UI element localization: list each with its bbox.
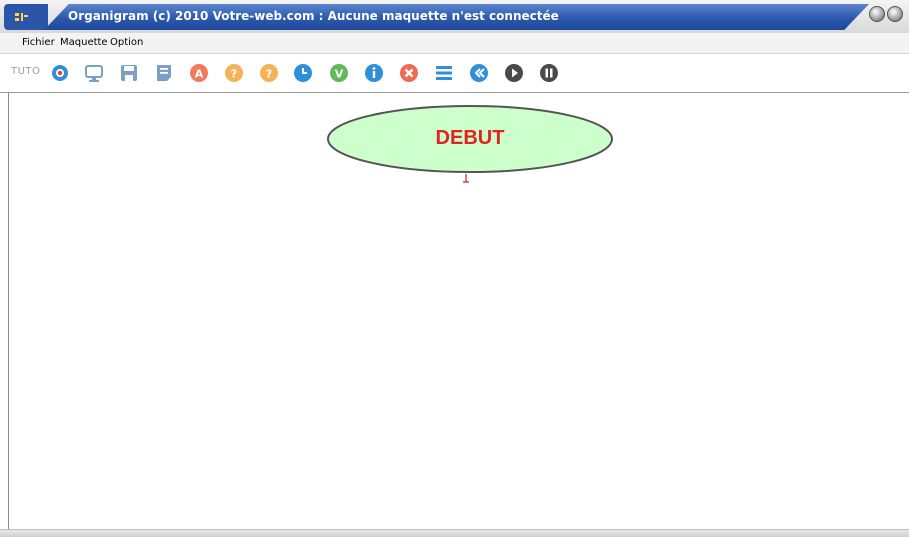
monitor-icon[interactable] [84,63,104,83]
menu-fichier[interactable]: Fichier [22,37,55,48]
pause-icon[interactable] [539,63,559,83]
start-node[interactable]: DEBUT [325,103,615,175]
svg-text:?: ? [231,68,237,81]
help-question-alt-icon[interactable]: ? [259,63,279,83]
clock-icon[interactable] [293,63,313,83]
document-icon[interactable] [154,63,174,83]
menu-maquette[interactable]: Maquette [60,37,108,48]
menu-bar: Fichier Maquette Option [0,33,909,54]
connector-anchor[interactable] [462,173,470,183]
close-button[interactable] [887,6,903,22]
rewind-icon[interactable] [469,63,489,83]
svg-text:?: ? [266,68,272,81]
title-bar: Organigram (c) 2010 Votre-web.com : Aucu… [0,0,909,33]
window-controls [869,6,905,28]
start-node-label: DEBUT [435,127,505,149]
svg-text:V: V [335,68,344,81]
list-icon[interactable] [434,63,454,83]
menu-option[interactable]: Option [110,37,143,48]
window-title: Organigram (c) 2010 Votre-web.com : Aucu… [68,9,559,23]
play-icon[interactable] [504,63,524,83]
minimize-button[interactable] [869,6,885,22]
close-x-icon[interactable] [399,63,419,83]
help-question-icon[interactable]: ? [224,63,244,83]
action-a-icon[interactable]: A [189,63,209,83]
validate-v-icon[interactable]: V [329,63,349,83]
info-icon[interactable] [364,63,384,83]
toolbar: TUTO A ? ? V [0,54,909,93]
settings-icon[interactable] [50,63,70,83]
save-icon[interactable] [119,63,139,83]
app-icon[interactable] [11,9,31,25]
tuto-button[interactable]: TUTO [11,66,40,77]
svg-text:A: A [195,68,204,81]
